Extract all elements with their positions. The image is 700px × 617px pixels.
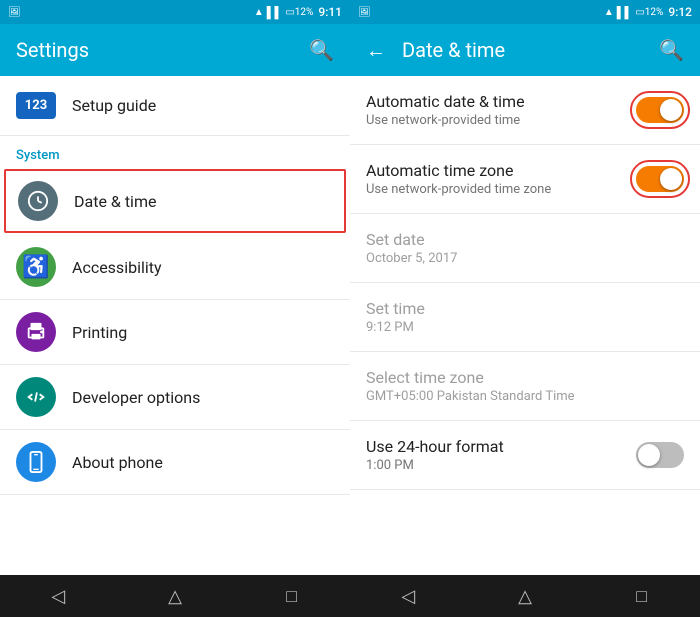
right-battery-icon: ▭12% xyxy=(635,7,663,18)
left-toolbar-title: Settings xyxy=(16,38,309,62)
auto-date-time-title: Automatic date & time xyxy=(366,92,636,111)
left-status-icons: ▲ ▌▌ ▭12% 9:11 xyxy=(254,5,342,19)
24hour-toggle[interactable] xyxy=(636,442,684,468)
left-time: 9:11 xyxy=(318,5,342,19)
24hour-title: Use 24-hour format xyxy=(366,437,636,456)
right-content: Automatic date & time Use network-provid… xyxy=(350,76,700,575)
set-date-item: Set date October 5, 2017 xyxy=(350,214,700,283)
system-section-header: System xyxy=(0,136,350,167)
setup-badge: 123 xyxy=(16,92,56,119)
left-wifi-icon: ▲ xyxy=(254,7,264,18)
right-status-bar: 🖼 ▲ ▌▌ ▭12% 9:12 xyxy=(350,0,700,24)
right-toolbar: ← Date & time 🔍 xyxy=(350,24,700,76)
24hour-item[interactable]: Use 24-hour format 1:00 PM xyxy=(350,421,700,490)
auto-timezone-text: Automatic time zone Use network-provided… xyxy=(366,161,636,197)
right-signal-icon: ▌▌ xyxy=(617,6,633,19)
left-home-button[interactable]: △ xyxy=(155,576,195,616)
accessibility-label: Accessibility xyxy=(72,258,162,277)
auto-timezone-item[interactable]: Automatic time zone Use network-provided… xyxy=(350,145,700,214)
right-back-button[interactable]: ← xyxy=(366,38,386,63)
select-timezone-item: Select time zone GMT+05:00 Pakistan Stan… xyxy=(350,352,700,421)
auto-date-time-toggle-wrapper xyxy=(636,97,684,123)
right-back-nav-button[interactable]: ◁ xyxy=(388,576,428,616)
developer-options-label: Developer options xyxy=(72,388,200,407)
left-search-icon[interactable]: 🔍 xyxy=(309,38,334,62)
set-date-value: October 5, 2017 xyxy=(366,251,684,266)
auto-timezone-subtitle: Use network-provided time zone xyxy=(366,182,636,197)
accessibility-icon: ♿ xyxy=(16,247,56,287)
left-content: 123 Setup guide System Date & time ♿ Acc… xyxy=(0,76,350,575)
accessibility-item[interactable]: ♿ Accessibility xyxy=(0,235,350,300)
setup-guide-item[interactable]: 123 Setup guide xyxy=(0,76,350,136)
right-toolbar-title: Date & time xyxy=(402,38,659,62)
set-time-value: 9:12 PM xyxy=(366,320,684,335)
left-back-button[interactable]: ◁ xyxy=(38,576,78,616)
auto-date-time-text: Automatic date & time Use network-provid… xyxy=(366,92,636,128)
right-nav-bar: ◁ △ □ xyxy=(350,575,700,617)
auto-timezone-title: Automatic time zone xyxy=(366,161,636,180)
left-status-image-icon: 🖼 xyxy=(8,7,21,18)
about-phone-label: About phone xyxy=(72,453,163,472)
printing-icon xyxy=(16,312,56,352)
auto-date-time-subtitle: Use network-provided time xyxy=(366,113,636,128)
right-home-nav-button[interactable]: △ xyxy=(505,576,545,616)
left-battery-icon: ▭12% xyxy=(285,7,313,18)
date-time-label: Date & time xyxy=(74,192,156,211)
about-phone-icon xyxy=(16,442,56,482)
left-nav-bar: ◁ △ □ xyxy=(0,575,350,617)
auto-date-time-item[interactable]: Automatic date & time Use network-provid… xyxy=(350,76,700,145)
left-recent-button[interactable]: □ xyxy=(272,576,312,616)
set-time-title: Set time xyxy=(366,299,684,318)
left-signal-icon: ▌▌ xyxy=(267,6,283,19)
date-time-item[interactable]: Date & time xyxy=(4,169,346,233)
setup-guide-label: Setup guide xyxy=(72,96,156,115)
right-status-image-icon: 🖼 xyxy=(358,7,371,18)
developer-options-item[interactable]: Developer options xyxy=(0,365,350,430)
right-time: 9:12 xyxy=(668,5,692,19)
auto-date-time-toggle[interactable] xyxy=(636,97,684,123)
left-toolbar: Settings 🔍 xyxy=(0,24,350,76)
developer-icon xyxy=(16,377,56,417)
left-panel: 🖼 ▲ ▌▌ ▭12% 9:11 Settings 🔍 123 Setup gu… xyxy=(0,0,350,617)
right-status-icons: ▲ ▌▌ ▭12% 9:12 xyxy=(604,5,692,19)
select-timezone-title: Select time zone xyxy=(366,368,684,387)
auto-timezone-toggle[interactable] xyxy=(636,166,684,192)
set-date-title: Set date xyxy=(366,230,684,249)
right-wifi-icon: ▲ xyxy=(604,7,614,18)
auto-timezone-toggle-wrapper xyxy=(636,166,684,192)
24hour-text: Use 24-hour format 1:00 PM xyxy=(366,437,636,473)
right-recent-nav-button[interactable]: □ xyxy=(622,576,662,616)
date-time-icon xyxy=(18,181,58,221)
set-time-item: Set time 9:12 PM xyxy=(350,283,700,352)
left-status-bar: 🖼 ▲ ▌▌ ▭12% 9:11 xyxy=(0,0,350,24)
24hour-subtitle: 1:00 PM xyxy=(366,458,636,473)
printing-label: Printing xyxy=(72,323,127,342)
right-search-icon[interactable]: 🔍 xyxy=(659,38,684,62)
select-timezone-value: GMT+05:00 Pakistan Standard Time xyxy=(366,389,684,404)
printing-item[interactable]: Printing xyxy=(0,300,350,365)
right-panel: 🖼 ▲ ▌▌ ▭12% 9:12 ← Date & time 🔍 Automat… xyxy=(350,0,700,617)
about-phone-item[interactable]: About phone xyxy=(0,430,350,495)
